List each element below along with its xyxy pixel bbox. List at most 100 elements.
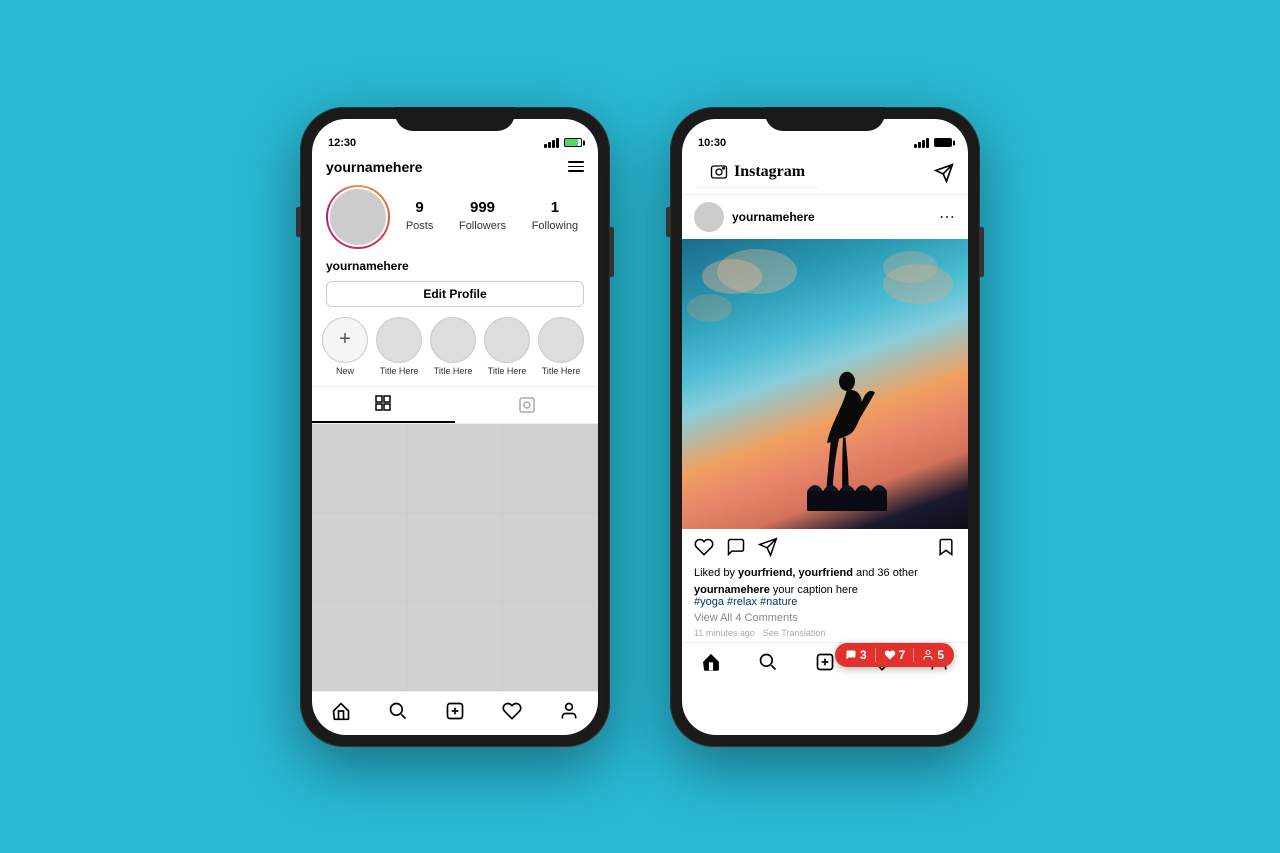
grid-cell-7[interactable] (312, 602, 407, 690)
followers-label: Followers (459, 220, 506, 232)
grid-cell-8[interactable] (408, 602, 503, 690)
stat-followers[interactable]: 999 Followers (459, 199, 506, 234)
status-icons-2 (914, 138, 952, 148)
view-comments[interactable]: View All 4 Comments (682, 610, 968, 626)
stats-row: 9 Posts 999 Followers 1 Following (400, 199, 584, 234)
post-username: yournamehere (732, 210, 939, 224)
story-4[interactable]: Title Here (538, 317, 584, 376)
see-translation[interactable]: See Translation (763, 628, 826, 638)
photo-grid (312, 424, 598, 691)
followers-count: 999 (459, 199, 506, 216)
story-2-circle (430, 317, 476, 363)
action-left (694, 537, 936, 557)
story-1[interactable]: Title Here (376, 317, 422, 376)
story-2-label: Title Here (430, 366, 476, 376)
share-button[interactable] (758, 537, 778, 557)
nav-home-2[interactable] (701, 652, 721, 672)
grid-icon (375, 395, 393, 413)
app-name: Instagram (734, 163, 805, 181)
notif-sep-2 (913, 648, 914, 662)
status-icons-1 (544, 138, 582, 148)
story-4-circle (538, 317, 584, 363)
story-1-label: Title Here (376, 366, 422, 376)
phone-profile: 12:30 yournamehere (300, 107, 610, 747)
feed-screen: Instagram yournamehere ⋯ (682, 155, 968, 735)
phone-feed: 10:30 (670, 107, 980, 747)
nav-search-2[interactable] (758, 652, 778, 672)
notif-followers-count: 5 (937, 648, 944, 662)
tab-tagged[interactable] (455, 387, 598, 423)
profile-tabs (312, 386, 598, 424)
notif-followers: 5 (922, 648, 944, 662)
post-time: 11 minutes ago See Translation (682, 626, 968, 642)
header-username: yournamehere (326, 159, 422, 175)
notif-comment-icon (845, 649, 857, 661)
following-count: 1 (532, 199, 578, 216)
grid-cell-9[interactable] (503, 602, 598, 690)
signal-icon (544, 138, 559, 148)
liked-count: and 36 other (856, 567, 918, 579)
liked-by: yourfriend, yourfriend (738, 567, 853, 579)
post-image-content (682, 239, 968, 529)
like-button[interactable] (694, 537, 714, 557)
avatar (328, 187, 388, 247)
signal-icon-2 (914, 138, 929, 148)
posts-count: 9 (406, 199, 434, 216)
post-actions (682, 529, 968, 565)
grid-cell-4[interactable] (312, 513, 407, 601)
nav-add[interactable] (445, 701, 465, 721)
nav-home[interactable] (331, 701, 351, 721)
profile-info: 9 Posts 999 Followers 1 Following (312, 181, 598, 257)
hashtags: #yoga #relax #nature (694, 596, 797, 608)
nav-heart[interactable] (502, 701, 522, 721)
story-3-circle (484, 317, 530, 363)
instagram-logo: Instagram (696, 159, 819, 188)
notif-likes: 7 (884, 648, 906, 662)
avatar-ring (326, 185, 390, 249)
time-1: 12:30 (328, 137, 356, 149)
grid-cell-6[interactable] (503, 513, 598, 601)
profile-name: yournamehere (312, 257, 598, 281)
posts-label: Posts (406, 220, 434, 232)
battery-icon-2 (934, 138, 952, 147)
time-ago: 11 minutes ago (694, 628, 755, 638)
notif-sep-1 (875, 648, 876, 662)
nav-search[interactable] (388, 701, 408, 721)
notification-bubble: 3 7 5 (835, 643, 954, 667)
profile-screen: yournamehere 9 Posts 999 Follo (312, 155, 598, 735)
grid-cell-3[interactable] (503, 424, 598, 512)
save-button[interactable] (936, 537, 956, 557)
edit-profile-button[interactable]: Edit Profile (326, 281, 584, 307)
grid-cell-5[interactable] (408, 513, 503, 601)
story-new-circle: + (322, 317, 368, 363)
notch-2 (765, 107, 885, 131)
notch (395, 107, 515, 131)
post-likes: Liked by yourfriend, yourfriend and 36 o… (682, 565, 968, 582)
stat-following[interactable]: 1 Following (532, 199, 578, 234)
grid-cell-1[interactable] (312, 424, 407, 512)
plus-icon: + (339, 328, 351, 351)
feed-header: Instagram (682, 155, 968, 195)
post-avatar (694, 202, 724, 232)
story-new[interactable]: + New (322, 317, 368, 376)
nav-add-2[interactable] (815, 652, 835, 672)
camera-icon (710, 163, 728, 181)
story-3-label: Title Here (484, 366, 530, 376)
post-header: yournamehere ⋯ (682, 195, 968, 239)
story-new-label: New (322, 366, 368, 376)
time-2: 10:30 (698, 137, 726, 149)
story-2[interactable]: Title Here (430, 317, 476, 376)
grid-cell-2[interactable] (408, 424, 503, 512)
likes-text: Liked by (694, 567, 738, 579)
nav-profile[interactable] (559, 701, 579, 721)
story-3[interactable]: Title Here (484, 317, 530, 376)
comment-button[interactable] (726, 537, 746, 557)
menu-icon[interactable] (568, 161, 584, 172)
silhouette (807, 349, 887, 529)
post-caption: yournamehere your caption here #yoga #re… (682, 582, 968, 610)
post-options[interactable]: ⋯ (939, 207, 956, 227)
direct-icon[interactable] (934, 163, 954, 183)
bottom-nav-1 (312, 691, 598, 735)
story-4-label: Title Here (538, 366, 584, 376)
tab-grid[interactable] (312, 387, 455, 423)
